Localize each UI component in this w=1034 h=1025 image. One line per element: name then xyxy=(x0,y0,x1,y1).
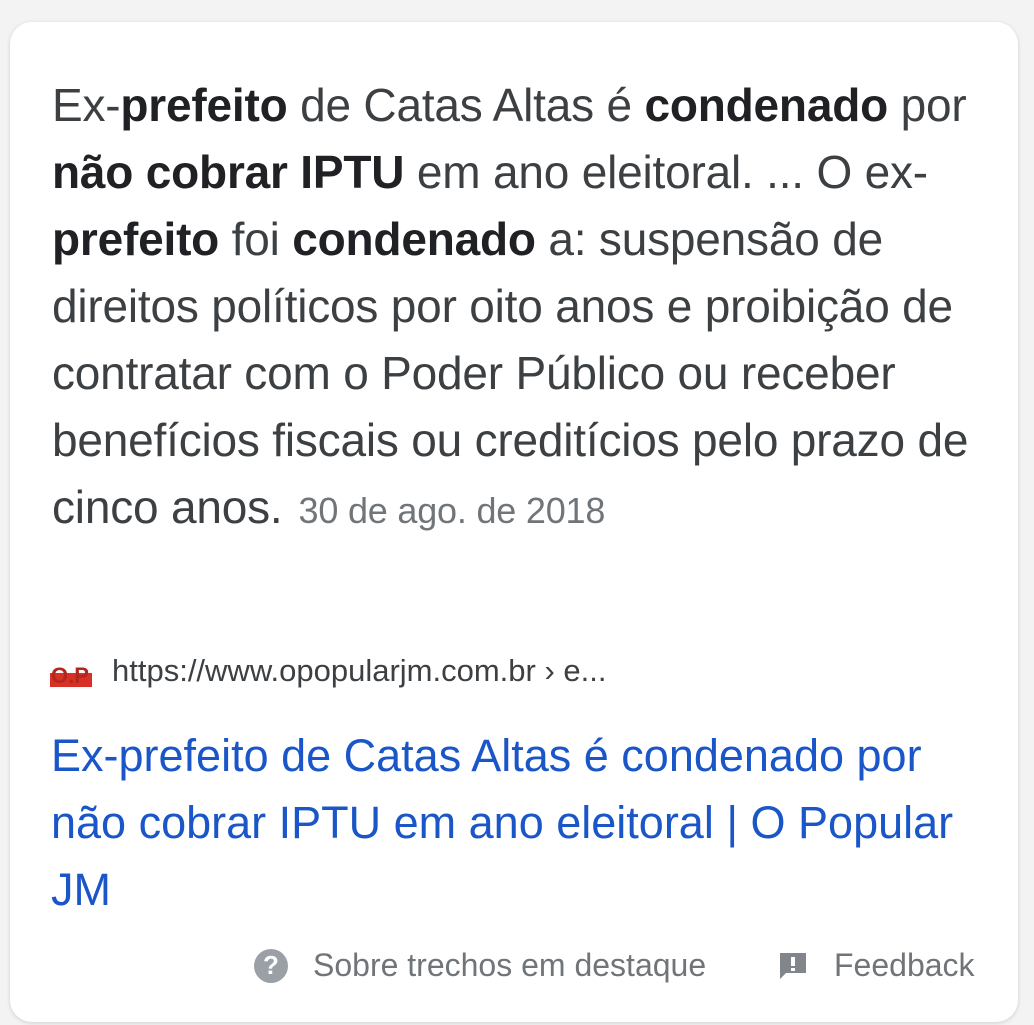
featured-snippet-card: Ex-prefeito de Catas Altas é condenado p… xyxy=(10,22,1018,1022)
snippet-highlight: prefeito xyxy=(120,79,288,131)
snippet-highlight: condenado xyxy=(644,79,888,131)
favicon-lettering: O.P xyxy=(51,663,89,687)
result-title-link[interactable]: Ex-prefeito de Catas Altas é condenado p… xyxy=(51,722,971,923)
feedback-button[interactable]: Feedback xyxy=(778,947,975,984)
snippet-segment: por xyxy=(888,79,967,131)
feedback-icon xyxy=(780,952,806,979)
feedback-label: Feedback xyxy=(834,947,975,983)
snippet-segment: de Catas Altas é xyxy=(287,79,645,131)
snippet-footer: ? Sobre trechos em destaque Feedback xyxy=(10,947,1018,987)
about-featured-snippets-button[interactable]: ? Sobre trechos em destaque xyxy=(254,947,706,984)
snippet-text: Ex-prefeito de Catas Altas é condenado p… xyxy=(52,72,976,544)
snippet-highlight: não cobrar IPTU xyxy=(52,146,405,198)
snippet-segment: foi xyxy=(219,213,293,265)
snippet-highlight: condenado xyxy=(292,213,536,265)
about-featured-snippets-label: Sobre trechos em destaque xyxy=(313,947,707,983)
snippet-date: 30 de ago. de 2018 xyxy=(298,490,606,531)
snippet-segment: Ex- xyxy=(52,79,121,131)
source-url[interactable]: https://www.opopularjm.com.br › e... xyxy=(112,653,606,689)
site-favicon-icon: O.P xyxy=(50,661,92,687)
source-line[interactable]: O.P https://www.opopularjm.com.br › e... xyxy=(50,648,606,694)
snippet-highlight: prefeito xyxy=(52,213,220,265)
help-circle-icon: ? xyxy=(254,948,288,983)
snippet-segment: em ano eleitoral. ... O ex- xyxy=(404,146,928,198)
